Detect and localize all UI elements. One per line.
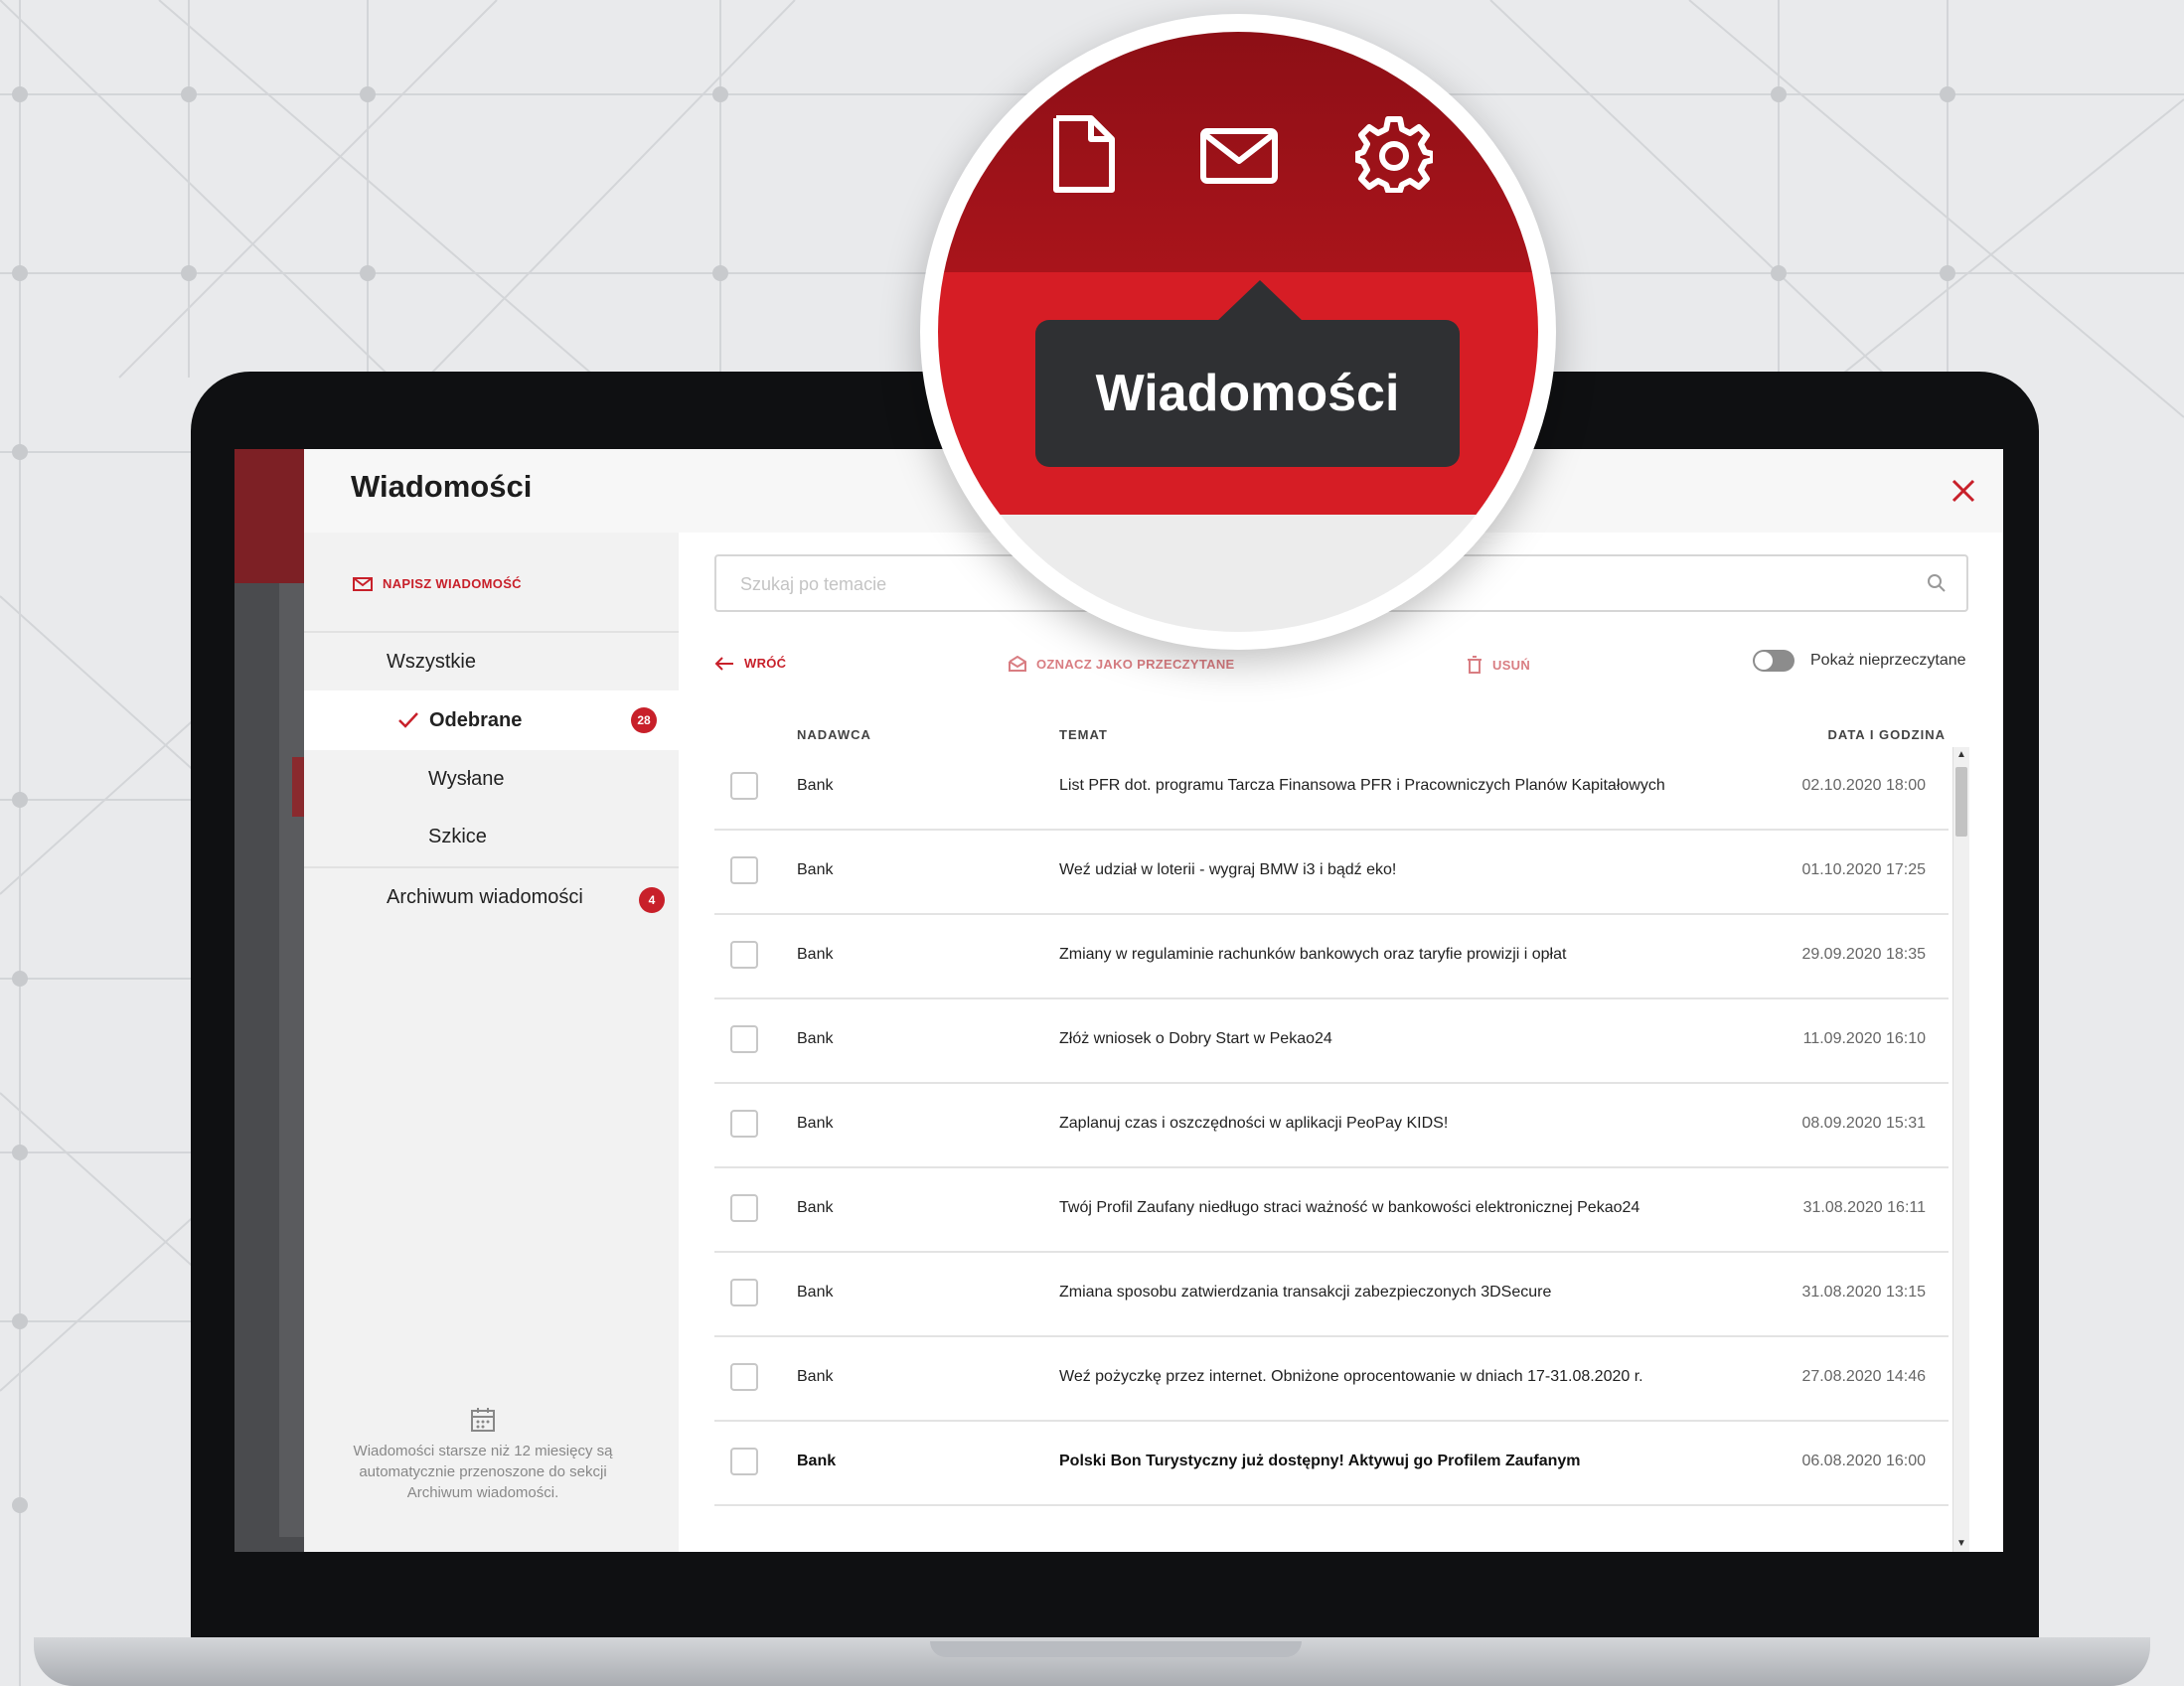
background-app [234,449,304,1552]
row-subject[interactable]: Zmiany w regulaminie rachunków bankowych… [1059,946,1566,964]
show-unread-label: Pokaż nieprzeczytane [1810,652,1966,669]
magnifier-lens: Wiadomości [938,32,1538,632]
row-date: 08.09.2020 15:31 [1801,1115,1926,1132]
table-row[interactable]: Bank List PFR dot. programu Tarcza Finans… [714,746,1949,831]
check-icon [398,712,418,728]
row-subject[interactable]: Twój Profil Zaufany niedługo straci ważn… [1059,1199,1639,1217]
scroll-down-arrow[interactable]: ▼ [1955,1538,1967,1550]
row-sender: Bank [797,777,834,794]
compose-message-button[interactable]: NAPISZ WIADOMOŚĆ [353,576,522,591]
table-row[interactable]: Bank Weź udział w loterii - wygraj BMW i3… [714,831,1949,915]
column-header-subject[interactable]: TEMAT [1059,727,1108,742]
sidebar-item-drafts[interactable]: Szkice [304,808,679,865]
row-date: 29.09.2020 18:35 [1801,946,1926,963]
messages-tooltip: Wiadomości [1035,320,1460,467]
row-sender: Bank [797,861,834,878]
table-row[interactable]: Bank Złóż wniosek o Dobry Start w Pekao24… [714,999,1949,1084]
laptop-base-notch [930,1641,1302,1657]
table-row[interactable]: Bank Twój Profil Zaufany niedługo straci … [714,1168,1949,1253]
column-header-sender[interactable]: NADAWCA [797,727,871,742]
row-checkbox[interactable] [730,856,758,884]
table-row[interactable]: Bank Zmiany w regulaminie rachunków banko… [714,915,1949,999]
open-envelope-icon [1009,656,1026,672]
row-date: 27.08.2020 14:46 [1801,1368,1926,1385]
table-row[interactable]: Bank Zmiana sposobu zatwierdzania transak… [714,1253,1949,1337]
show-unread-toggle[interactable] [1753,650,1794,672]
row-checkbox[interactable] [730,941,758,969]
envelope-icon [353,576,373,591]
row-subject[interactable]: Zaplanuj czas i oszczędności w aplikacji… [1059,1115,1448,1133]
calendar-icon [471,1408,495,1432]
back-label: WRÓĆ [744,656,787,671]
row-sender: Bank [797,1453,837,1469]
row-checkbox[interactable] [730,1363,758,1391]
table-row[interactable]: Bank Zaplanuj czas i oszczędności w aplik… [714,1084,1949,1168]
scroll-up-arrow[interactable]: ▲ [1955,749,1967,761]
compose-message-label: NAPISZ WIADOMOŚĆ [383,576,522,591]
row-date: 11.09.2020 16:10 [1802,1030,1926,1047]
row-subject[interactable]: Weź udział w loterii - wygraj BMW i3 i b… [1059,861,1396,879]
search-icon[interactable] [1927,573,1947,593]
row-date: 02.10.2020 18:00 [1801,777,1926,794]
archive-info-text: Wiadomości starsze niż 12 miesięcy są au… [353,1443,613,1501]
row-checkbox[interactable] [730,1448,758,1475]
arrow-left-icon [714,656,733,671]
row-date: 01.10.2020 17:25 [1801,861,1926,878]
close-icon[interactable] [1946,473,1981,509]
document-icon[interactable] [1051,113,1117,195]
table-row[interactable]: Bank Weź pożyczkę przez internet. Obniżon… [714,1337,1949,1422]
row-subject[interactable]: Polski Bon Turystyczny już dostępny! Akt… [1059,1453,1581,1470]
mark-as-read-button[interactable]: OZNACZ JAKO PRZECZYTANE [1009,656,1235,672]
tooltip-arrow [1216,280,1304,322]
row-date: 31.08.2020 13:15 [1801,1284,1926,1301]
scrollbar[interactable]: ▲ ▼ [1952,747,1969,1552]
row-checkbox[interactable] [730,1279,758,1306]
row-date: 31.08.2020 16:11 [1802,1199,1926,1216]
archive-count-badge: 4 [639,887,665,913]
archive-info-note: Wiadomości starsze niż 12 miesięcy są au… [344,1407,622,1503]
sidebar-item-all[interactable]: Wszystkie [304,633,679,690]
column-header-date[interactable]: DATA I GODZINA [1828,727,1946,742]
row-subject[interactable]: Zmiana sposobu zatwierdzania transakcji … [1059,1284,1551,1302]
row-date: 06.08.2020 16:00 [1801,1453,1926,1469]
scrollbar-thumb[interactable] [1955,767,1967,837]
row-sender: Bank [797,1030,834,1047]
row-sender: Bank [797,946,834,963]
delete-button[interactable]: USUŃ [1467,656,1530,674]
row-checkbox[interactable] [730,1194,758,1222]
modal-title: Wiadomości [351,469,533,504]
envelope-icon[interactable] [1199,127,1279,185]
row-sender: Bank [797,1368,834,1385]
row-sender: Bank [797,1115,834,1132]
show-unread-toggle-group: Pokaż nieprzeczytane [1753,650,1966,672]
table-row[interactable]: Bank Polski Bon Turystyczny już dostępny!… [714,1422,1949,1506]
gear-icon[interactable] [1355,115,1433,193]
messages-sidebar: NAPISZ WIADOMOŚĆ Wszystkie Odebrane 28 W… [304,533,679,1552]
row-subject[interactable]: List PFR dot. programu Tarcza Finansowa … [1059,777,1665,795]
sidebar-item-received[interactable]: Odebrane 28 [304,690,679,750]
magnifier-callout: Wiadomości [920,14,1556,650]
mark-as-read-label: OZNACZ JAKO PRZECZYTANE [1036,656,1235,672]
row-checkbox[interactable] [730,1110,758,1138]
row-checkbox[interactable] [730,772,758,800]
row-subject[interactable]: Złóż wniosek o Dobry Start w Pekao24 [1059,1030,1332,1048]
messages-content: WRÓĆ OZNACZ JAKO PRZECZYTANE USUŃ Pokaż … [679,533,2003,1552]
trash-icon [1468,656,1482,674]
unread-count-badge: 28 [631,707,657,733]
delete-label: USUŃ [1492,657,1531,673]
sidebar-item-sent[interactable]: Wysłane [304,750,679,808]
row-sender: Bank [797,1284,834,1301]
row-sender: Bank [797,1199,834,1216]
row-checkbox[interactable] [730,1025,758,1053]
sidebar-item-archive[interactable]: Archiwum wiadomości 4 [304,868,679,926]
row-subject[interactable]: Weź pożyczkę przez internet. Obniżone op… [1059,1368,1643,1386]
messages-table: Bank List PFR dot. programu Tarcza Finans… [714,746,1949,1552]
back-button[interactable]: WRÓĆ [714,656,786,671]
